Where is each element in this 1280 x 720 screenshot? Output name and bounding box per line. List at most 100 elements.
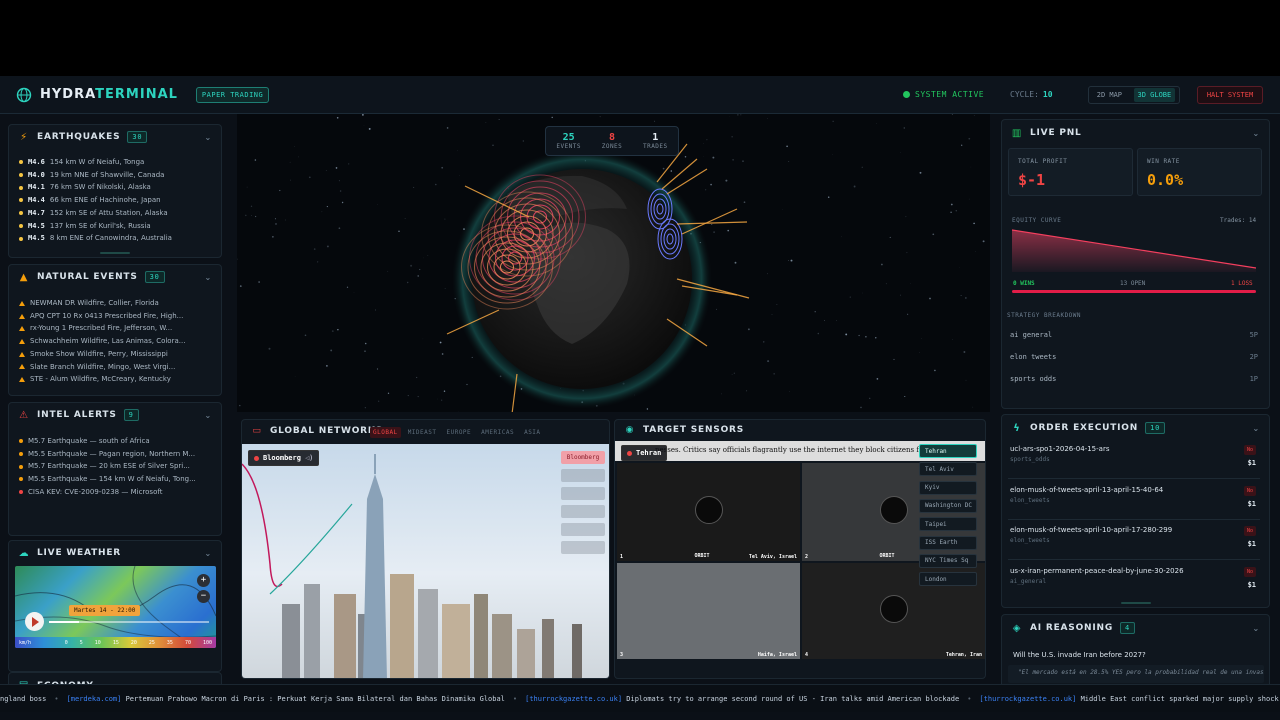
globe-canvas[interactable] — [237, 114, 990, 412]
tab-americas[interactable]: AMERICAS — [478, 427, 517, 438]
ticker-item[interactable]: [merdeka.com] Pertemuan Prabowo Macron d… — [67, 695, 505, 703]
strategy-row: sports odds 1P — [1010, 375, 1258, 383]
order-execution-header[interactable]: ϟ ORDER EXECUTION 10 ⌄ — [1002, 415, 1269, 441]
sensor-city-button[interactable]: Tehran — [919, 444, 977, 458]
order-row[interactable]: elon-musk-of-tweets-april-13-april-15-40… — [1010, 485, 1258, 522]
view-2d-map-button[interactable]: 2D MAP — [1093, 88, 1126, 102]
natural-events-header[interactable]: ▲ NATURAL EVENTS 30 ⌄ — [9, 265, 221, 289]
sensor-camera-feed[interactable]: 3 Haifa, Israel — [617, 563, 800, 659]
ticker-item[interactable]: [thurrockgazette.co.uk] Diplomats try to… — [525, 695, 959, 703]
channel-bloomberg-button[interactable]: Bloomberg — [561, 451, 605, 464]
tab-global[interactable]: GLOBAL — [370, 427, 401, 438]
intel-alerts-header[interactable]: ⚠ INTEL ALERTS 9 ⌄ — [9, 403, 221, 427]
live-weather-header[interactable]: ☁ LIVE WEATHER ⌄ — [9, 541, 221, 565]
earthquake-item[interactable]: M4.4 66 km ENE of Hachinohe, Japan — [19, 194, 211, 207]
live-dot-icon — [627, 450, 632, 456]
globe-stats: 25 EVENTS 8 ZONES 1 TRADES — [545, 126, 679, 156]
channel-button[interactable] — [561, 505, 605, 518]
view-3d-globe-button[interactable]: 3D GLOBE — [1133, 88, 1176, 102]
wind-scale-tick: 15 — [112, 639, 119, 646]
earthquake-item[interactable]: M4.5 137 km SE of Kuril'sk, Russia — [19, 220, 211, 233]
volume-icon[interactable]: ◁) — [305, 454, 313, 462]
chevron-down-icon[interactable]: ⌄ — [1252, 129, 1260, 138]
natural-event-item[interactable]: NEWMAN DR Wildfire, Collier, Florida — [19, 297, 211, 310]
weather-map[interactable]: Martes 14 - 22:00 + − km/h 0 5 10 15 20 25 35 7… — [15, 566, 216, 648]
earthquakes-panel: ⚡ EARTHQUAKES 30 ⌄ M4.6 154 km W of Neiaf… — [8, 124, 222, 258]
globe-view[interactable]: 25 EVENTS 8 ZONES 1 TRADES — [237, 114, 990, 412]
live-pnl-header[interactable]: ▥ LIVE PNL ⌄ — [1002, 120, 1269, 146]
scroll-indicator[interactable] — [100, 252, 130, 254]
intel-alert-item[interactable]: M5.7 Earthquake — south of Africa — [19, 435, 211, 448]
intel-alert-item[interactable]: M5.5 Earthquake — Pagan region, Northern… — [19, 448, 211, 461]
earthquakes-header[interactable]: ⚡ EARTHQUAKES 30 ⌄ — [9, 125, 221, 149]
wind-scale-tick: 10 — [94, 639, 101, 646]
channel-button[interactable] — [561, 523, 605, 536]
order-amount: $1 — [1247, 459, 1256, 467]
sensor-city-button[interactable]: Taipei — [919, 517, 977, 532]
tab-europe[interactable]: EUROPE — [443, 427, 474, 438]
chevron-down-icon[interactable]: ⌄ — [204, 411, 212, 420]
lightning-icon: ϟ — [1013, 422, 1021, 434]
ticker-item[interactable]: [thurrockgazette.co.uk] Middle East conf… — [979, 695, 1280, 703]
alert-dot-icon — [19, 452, 23, 457]
sensor-city-button[interactable]: Kyiv — [919, 480, 977, 495]
natural-event-item[interactable]: APQ CPT 10 Rx 0413 Prescribed Fire, High… — [19, 310, 211, 323]
order-row[interactable]: elon-musk-of-tweets-april-10-april-17-28… — [1010, 526, 1258, 562]
zoom-out-button[interactable]: − — [197, 590, 210, 603]
city-skyline — [242, 454, 582, 678]
sensor-city-button[interactable]: Washington DC — [919, 498, 977, 513]
natural-event-item[interactable]: STE - Alum Wildfire, McCreary, Kentucky — [19, 373, 211, 386]
order-row[interactable]: us-x-iran-permanent-peace-deal-by-june-3… — [1010, 566, 1258, 603]
natural-event-item[interactable]: Schwachheim Wildfire, Las Animas, Colora… — [19, 335, 211, 348]
zoom-in-button[interactable]: + — [197, 574, 210, 587]
wind-scale-tick: 5 — [79, 639, 83, 646]
chevron-down-icon[interactable]: ⌄ — [204, 549, 212, 558]
chevron-down-icon[interactable]: ⌄ — [204, 273, 212, 282]
sensor-city-button[interactable]: Tel Aviv — [919, 462, 977, 477]
order-amount: $1 — [1247, 540, 1256, 548]
divider — [1008, 478, 1260, 479]
earthquake-item[interactable]: M4.1 76 km SW of Nikolski, Alaska — [19, 181, 211, 194]
play-icon — [32, 616, 39, 627]
ticker-item[interactable]: ngland boss — [0, 695, 46, 703]
news-video-feed[interactable]: Bloomberg ◁) Bloomberg — [242, 444, 609, 678]
earthquake-item[interactable]: M4.5 8 km ENE of Canowindra, Australia — [19, 232, 211, 245]
halt-system-button[interactable]: HALT SYSTEM — [1197, 86, 1263, 104]
channel-button[interactable] — [561, 469, 605, 482]
intel-alert-item[interactable]: M5.7 Earthquake — 20 km ESE of Silver Sp… — [19, 460, 211, 473]
chevron-down-icon[interactable]: ⌄ — [204, 133, 212, 142]
camera-lens-icon — [694, 496, 723, 524]
sensor-camera-feed[interactable]: 1 ORBIT Tel Aviv, Israel — [617, 463, 800, 561]
sensor-city-button[interactable]: London — [919, 572, 977, 587]
chevron-down-icon[interactable]: ⌄ — [1252, 624, 1260, 633]
tab-asia[interactable]: ASIA — [521, 427, 543, 438]
status-dot-icon — [903, 91, 910, 98]
intel-alert-item[interactable]: M5.5 Earthquake — 154 km W of Neiafu, To… — [19, 473, 211, 486]
natural-event-item[interactable]: Smoke Show Wildfire, Perry, Mississippi — [19, 348, 211, 361]
order-row[interactable]: ucl-ars-spo1-2026-04-15-ars sports_odds No… — [1010, 445, 1258, 481]
earthquake-item[interactable]: M4.7 152 km SE of Attu Station, Alaska — [19, 207, 211, 220]
tv-icon: ▭ — [252, 426, 262, 436]
wins-count: 0 WINS — [1013, 280, 1035, 287]
sensor-city-button[interactable]: ISS Earth — [919, 535, 977, 550]
channel-button[interactable] — [561, 487, 605, 500]
earthquake-list: M4.6 154 km W of Neiafu, Tonga M4.0 19 km N… — [9, 149, 221, 245]
play-button[interactable] — [25, 612, 44, 631]
ticker-separator: • — [512, 694, 518, 703]
sensor-city-button[interactable]: NYC Times Sq — [919, 553, 977, 568]
natural-event-item[interactable]: rx-Young 1 Prescribed Fire, Jefferson, W… — [19, 322, 211, 335]
intel-alert-item[interactable]: CISA KEV: CVE-2009-0238 — Microsoft — [19, 486, 211, 499]
strategy-row: ai general 5P — [1010, 331, 1258, 339]
chevron-down-icon[interactable]: ⌄ — [1252, 424, 1260, 433]
ai-reasoning-header[interactable]: ◈ AI REASONING 4 ⌄ — [1002, 615, 1269, 641]
cloud-icon: ☁ — [18, 547, 30, 559]
channel-button[interactable] — [561, 541, 605, 554]
earthquake-item[interactable]: M4.0 19 km NNE of Shawville, Canada — [19, 169, 211, 182]
magnitude-dot-icon — [19, 185, 23, 190]
earthquake-item[interactable]: M4.6 154 km W of Neiafu, Tonga — [19, 156, 211, 169]
timeline-slider[interactable] — [49, 621, 209, 623]
natural-event-item[interactable]: Slate Branch Wildfire, Mingo, West Virgi… — [19, 361, 211, 374]
cycle-indicator: CYCLE: 10 — [1010, 90, 1053, 99]
tab-mideast[interactable]: MIDEAST — [405, 427, 440, 438]
fire-icon — [19, 377, 25, 383]
